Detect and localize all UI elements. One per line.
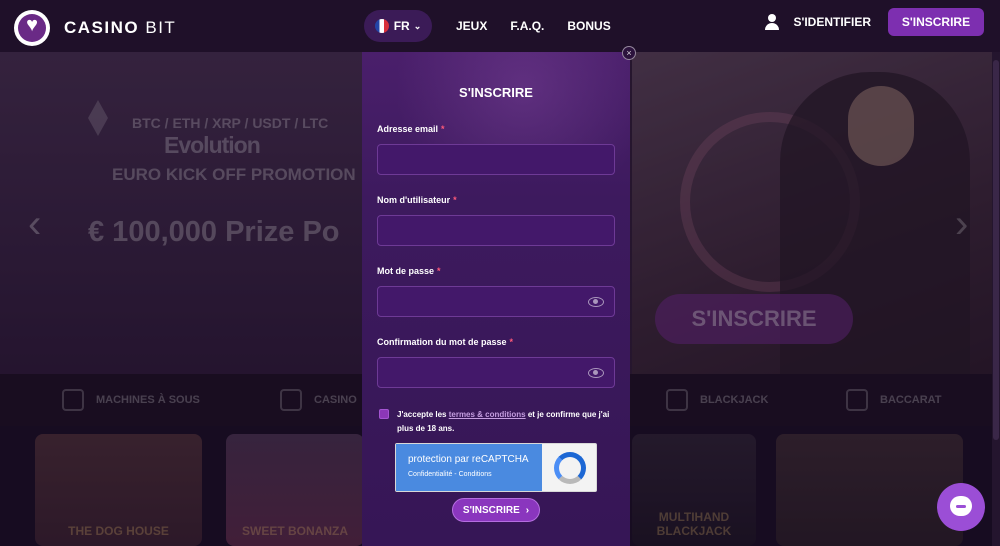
nav-link-faq[interactable]: F.A.Q. <box>510 19 544 33</box>
chevron-down-icon: ⌄ <box>413 20 422 31</box>
signup-submit-button[interactable]: S'INSCRIRE › <box>452 498 540 522</box>
recaptcha-icon <box>554 452 586 484</box>
password-label-text: Mot de passe <box>377 266 435 276</box>
confirm-password-label-text: Confirmation du mot de passe <box>377 337 507 347</box>
main-nav: FR ⌄ JEUX F.A.Q. BONUS <box>364 10 611 42</box>
username-field[interactable] <box>377 215 615 246</box>
username-label-text: Nom d'utilisateur <box>377 195 451 205</box>
terms-text: J'accepte les termes & conditions et je … <box>397 408 619 436</box>
password-field[interactable] <box>377 286 615 317</box>
required-mark: * <box>453 195 457 205</box>
logo[interactable]: CASINO BIT <box>14 10 176 46</box>
confirm-password-field[interactable] <box>377 357 615 388</box>
language-code: FR <box>393 19 410 33</box>
brand-name: CASINO BIT <box>64 18 176 38</box>
recaptcha-title: protection par reCAPTCHA <box>408 454 529 465</box>
recaptcha-links[interactable]: Confidentialité - Conditions <box>408 471 492 478</box>
brand-bold: CASINO <box>64 18 140 37</box>
modal-title: S'INSCRIRE <box>459 85 533 100</box>
username-label: Nom d'utilisateur * <box>377 195 457 205</box>
required-mark: * <box>441 124 445 134</box>
language-selector[interactable]: FR ⌄ <box>364 10 432 42</box>
brand-light: BIT <box>145 18 177 37</box>
login-link[interactable]: S'IDENTIFIER <box>793 15 871 29</box>
recaptcha-badge[interactable]: protection par reCAPTCHA Confidentialité… <box>395 443 597 492</box>
heart-logo-icon <box>14 10 50 46</box>
close-icon[interactable]: × <box>622 46 636 60</box>
required-mark: * <box>509 337 514 347</box>
terms-checkbox[interactable] <box>379 409 389 419</box>
user-area: S'IDENTIFIER S'INSCRIRE <box>764 8 984 36</box>
eye-icon[interactable] <box>588 368 604 378</box>
signup-button[interactable]: S'INSCRIRE <box>888 8 984 36</box>
terms-link[interactable]: termes & conditions <box>449 410 526 419</box>
scrollbar-thumb[interactable] <box>993 60 999 440</box>
signup-modal: × S'INSCRIRE Adresse email * Nom d'utilis… <box>362 46 636 546</box>
password-label: Mot de passe * <box>377 266 441 276</box>
chevron-right-icon: › <box>525 504 530 516</box>
recaptcha-label-panel: protection par reCAPTCHA Confidentialité… <box>396 444 542 491</box>
email-label: Adresse email * <box>377 124 445 134</box>
france-flag-icon <box>374 19 389 33</box>
user-icon[interactable] <box>764 14 780 30</box>
email-field[interactable] <box>377 144 615 175</box>
required-mark: * <box>437 266 441 276</box>
chat-icon[interactable] <box>937 483 985 531</box>
submit-label: S'INSCRIRE <box>462 504 520 516</box>
eye-icon[interactable] <box>588 297 604 307</box>
confirm-password-label: Confirmation du mot de passe * <box>377 337 513 347</box>
terms-before: J'accepte les <box>397 410 449 419</box>
email-label-text: Adresse email <box>377 124 439 134</box>
nav-link-jeux[interactable]: JEUX <box>456 19 487 33</box>
nav-link-bonus[interactable]: BONUS <box>567 19 610 33</box>
top-header: CASINO BIT FR ⌄ JEUX F.A.Q. BONUS S'IDEN… <box>0 0 1000 52</box>
